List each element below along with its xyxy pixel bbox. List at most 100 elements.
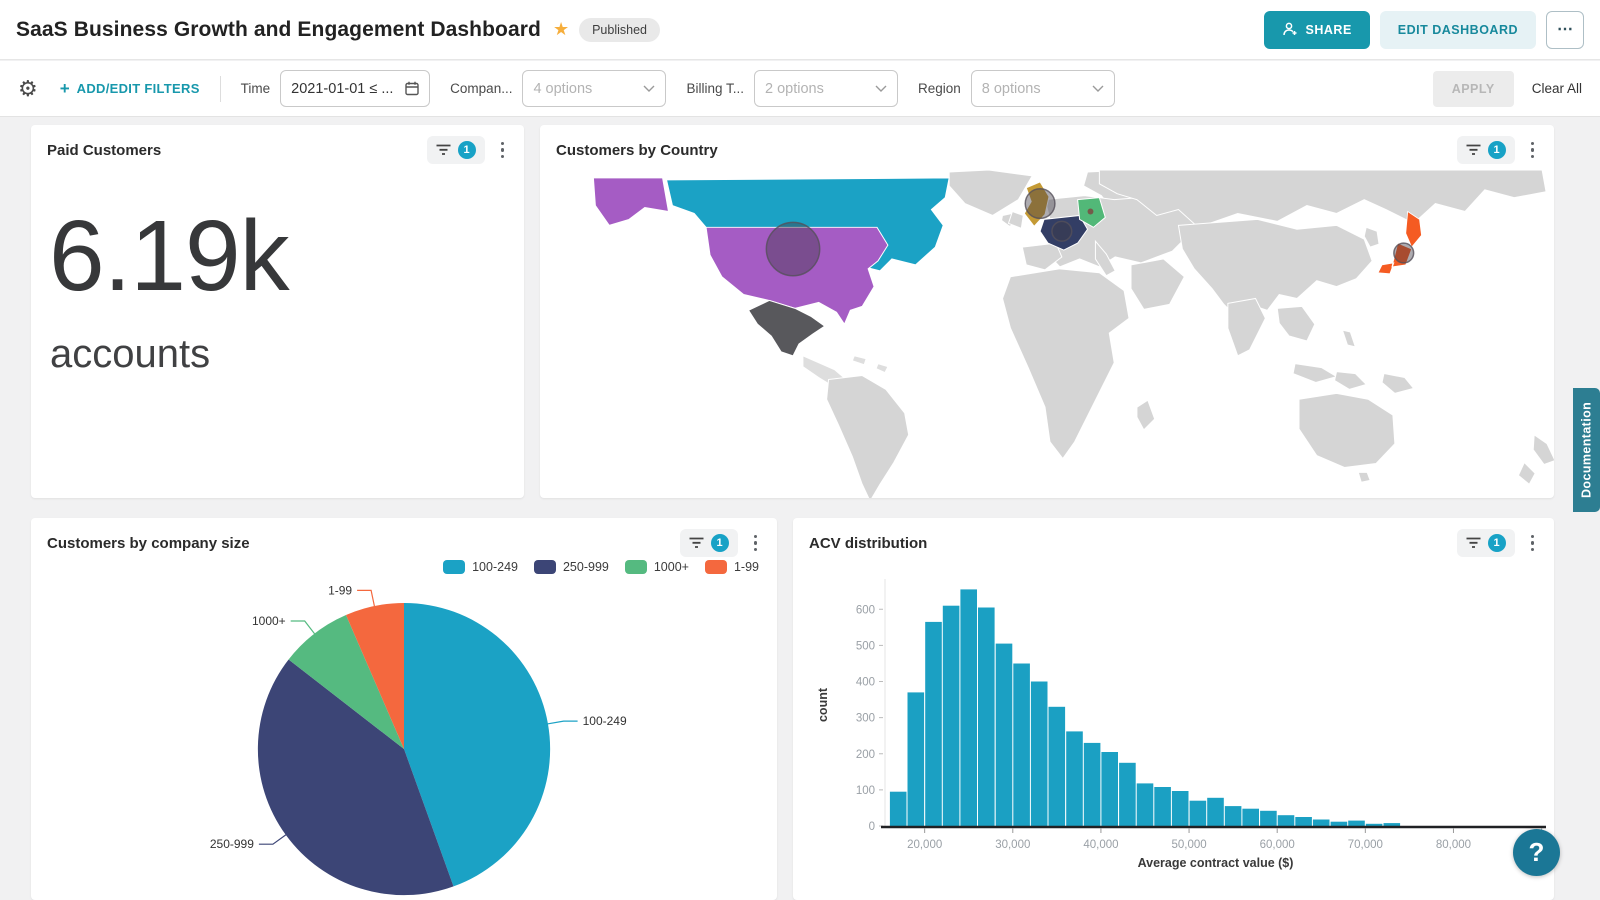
y-tick-label: 400 xyxy=(856,677,875,689)
map-country-japan[interactable] xyxy=(1378,212,1421,274)
widget-filter-chip[interactable]: 1 xyxy=(1457,529,1515,557)
legend-item[interactable]: 1000+ xyxy=(625,560,689,574)
pie-callout-label: 250-999 xyxy=(210,837,254,851)
legend-swatch xyxy=(625,560,647,574)
y-axis-title: count xyxy=(816,687,830,722)
documentation-tab[interactable]: Documentation xyxy=(1573,388,1600,512)
histogram-bar[interactable] xyxy=(1225,806,1242,826)
histogram-bar[interactable] xyxy=(1295,817,1312,826)
map-country-alaska[interactable] xyxy=(593,178,668,225)
billing-filter-select[interactable]: 2 options xyxy=(754,70,898,107)
filter-label-company: Compan... xyxy=(450,81,512,96)
histogram-bar[interactable] xyxy=(1031,682,1048,827)
histogram-bar[interactable] xyxy=(943,606,960,826)
widget-menu-kebab-icon[interactable] xyxy=(748,531,764,556)
widget-menu-kebab-icon[interactable] xyxy=(1525,138,1541,163)
widget-title: Customers by Country xyxy=(556,142,718,159)
widget-filter-chip[interactable]: 1 xyxy=(1457,136,1515,164)
world-map-chart[interactable] xyxy=(540,170,1554,498)
histogram-bar[interactable] xyxy=(996,644,1013,826)
histogram-bar[interactable] xyxy=(1348,821,1365,826)
legend-item[interactable]: 250-999 xyxy=(534,560,609,574)
map-greenland xyxy=(949,170,1032,215)
widget-filter-chip[interactable]: 1 xyxy=(427,136,485,164)
legend-item[interactable]: 1-99 xyxy=(705,560,759,574)
histogram-bar[interactable] xyxy=(925,622,942,826)
pie-callout-label: 1000+ xyxy=(252,614,286,628)
widget-title: Customers by company size xyxy=(47,535,250,552)
map-middle-east xyxy=(1131,259,1184,309)
map-iberia xyxy=(1022,243,1062,270)
favorite-star-icon[interactable]: ★ xyxy=(553,19,569,40)
histogram-bar[interactable] xyxy=(1313,820,1330,827)
histogram-bar[interactable] xyxy=(1154,787,1171,826)
billing-filter-value: 2 options xyxy=(765,81,824,97)
help-button[interactable]: ? xyxy=(1513,829,1560,876)
histogram-bar[interactable] xyxy=(1013,664,1030,827)
histogram-chart[interactable]: 010020030040050060020,00030,00040,00050,… xyxy=(793,561,1554,900)
histogram-bar[interactable] xyxy=(1101,752,1118,826)
apply-button[interactable]: APPLY xyxy=(1433,71,1514,107)
histogram-bar[interactable] xyxy=(1049,707,1066,826)
widget-acv-distribution: ACV distribution 1 010020030040050060020… xyxy=(793,518,1554,900)
clear-all-button[interactable]: Clear All xyxy=(1532,81,1582,96)
histogram-bar[interactable] xyxy=(1384,823,1401,826)
chevron-down-icon xyxy=(643,85,655,92)
map-bubble-usa[interactable] xyxy=(766,222,819,275)
map-country-mexico[interactable] xyxy=(749,300,825,355)
plus-icon: + xyxy=(60,79,70,99)
legend-swatch xyxy=(705,560,727,574)
histogram-bar[interactable] xyxy=(1366,824,1383,826)
x-tick-label: 40,000 xyxy=(1083,839,1118,851)
company-filter-select[interactable]: 4 options xyxy=(522,70,666,107)
status-badge: Published xyxy=(579,18,660,42)
histogram-bar[interactable] xyxy=(978,608,995,827)
histogram-bar[interactable] xyxy=(908,692,925,826)
histogram-bar[interactable] xyxy=(1190,801,1207,826)
more-options-button[interactable]: ⋯ xyxy=(1546,11,1584,49)
share-button[interactable]: SHARE xyxy=(1264,11,1370,49)
filter-label-time: Time xyxy=(241,81,271,96)
widget-menu-kebab-icon[interactable] xyxy=(495,138,511,163)
histogram-bar[interactable] xyxy=(1242,809,1259,826)
edit-dashboard-button[interactable]: EDIT DASHBOARD xyxy=(1380,11,1536,49)
calendar-icon xyxy=(405,81,419,96)
histogram-bar[interactable] xyxy=(960,589,977,826)
histogram-bar[interactable] xyxy=(1084,743,1101,826)
map-madagascar xyxy=(1137,400,1155,430)
histogram-bar[interactable] xyxy=(1278,815,1295,826)
histogram-bar[interactable] xyxy=(890,792,907,826)
legend-item[interactable]: 100-249 xyxy=(443,560,518,574)
filter-settings-gear-icon[interactable]: ⚙ xyxy=(18,76,38,102)
histogram-bar[interactable] xyxy=(1172,791,1189,826)
histogram-bar[interactable] xyxy=(1066,731,1083,826)
map-bubble-germany[interactable] xyxy=(1088,209,1094,215)
time-filter-input[interactable]: 2021-01-01 ≤ ... xyxy=(280,70,430,107)
map-bubble-uk[interactable] xyxy=(1025,189,1055,219)
dashboard-app: SaaS Business Growth and Engagement Dash… xyxy=(0,0,1600,900)
map-bubble-france[interactable] xyxy=(1052,221,1072,241)
map-bubble-japan[interactable] xyxy=(1394,243,1414,263)
histogram-bar[interactable] xyxy=(1137,783,1154,826)
add-edit-filters-button[interactable]: + ADD/EDIT FILTERS xyxy=(60,79,200,99)
widget-menu-kebab-icon[interactable] xyxy=(1525,531,1541,556)
histogram-bar[interactable] xyxy=(1207,798,1224,826)
map-australia xyxy=(1299,393,1395,467)
histogram-bar[interactable] xyxy=(1331,822,1348,826)
histogram-bar[interactable] xyxy=(1119,763,1136,826)
pie-callout-label: 100-249 xyxy=(583,714,627,728)
map-philippines xyxy=(1342,330,1355,347)
x-axis-title: Average contract value ($) xyxy=(1138,856,1294,870)
region-filter-select[interactable]: 8 options xyxy=(971,70,1115,107)
y-tick-label: 300 xyxy=(856,713,875,725)
widget-filter-chip[interactable]: 1 xyxy=(680,529,738,557)
legend-label: 1000+ xyxy=(654,560,689,574)
histogram-bar[interactable] xyxy=(1260,811,1277,826)
x-tick-label: 80,000 xyxy=(1436,839,1471,851)
pie-chart[interactable]: 100-249 250-999 1000+ 1-99 xyxy=(31,561,777,900)
pie-legend: 100-249 250-999 1000+ 1-99 xyxy=(443,560,759,574)
pie-callout-line xyxy=(259,834,288,845)
x-tick-label: 30,000 xyxy=(995,839,1030,851)
map-new-zealand xyxy=(1518,435,1554,484)
y-tick-label: 500 xyxy=(856,640,875,652)
